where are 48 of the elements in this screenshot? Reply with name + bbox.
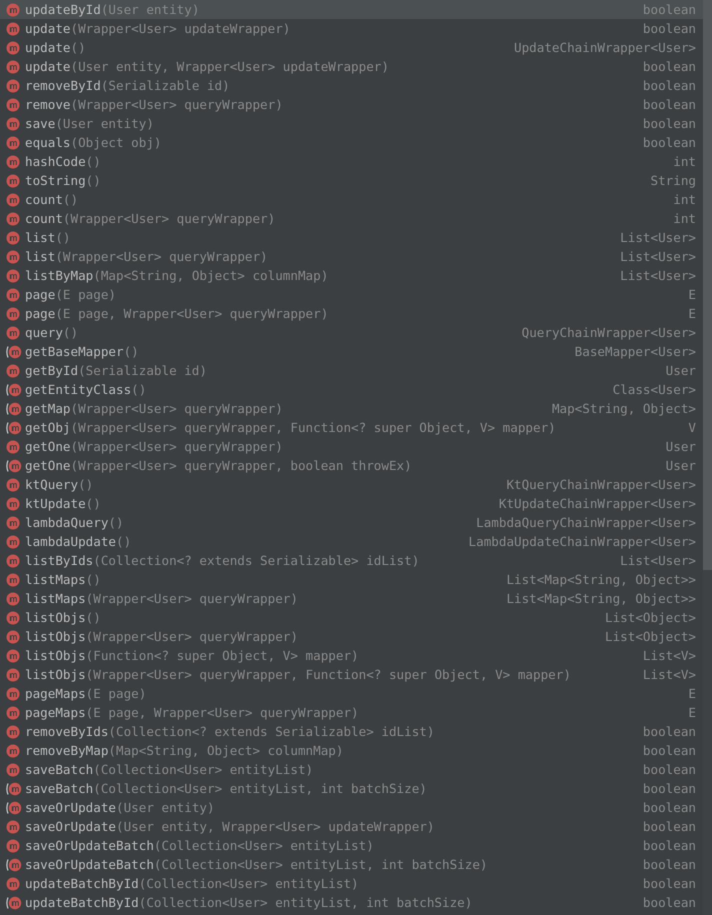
completion-item[interactable]: listMaps() List<Map<String, Object>> [0, 570, 703, 589]
completion-item[interactable]: listObjs(Wrapper<User> queryWrapper) List<Object> [0, 627, 703, 646]
completion-item[interactable]: listMaps(Wrapper<User> queryWrapper) List<Map<String, Object>> [0, 589, 703, 608]
completion-item[interactable]: ktQuery() KtQueryChainWrapper<User> [0, 475, 703, 494]
completion-item[interactable]: listObjs(Function<? super Object, V> mapper) List<V> [0, 646, 703, 665]
completion-item[interactable]: listByIds(Collection<? extends Serializable> idList) List<User> [0, 551, 703, 570]
completion-item[interactable]: count(Wrapper<User> queryWrapper) int [0, 209, 703, 228]
completion-item[interactable]: lambdaUpdate() LambdaUpdateChainWrapper<User> [0, 532, 703, 551]
completion-item[interactable]: lambdaQuery() LambdaQueryChainWrapper<User> [0, 513, 703, 532]
completion-item[interactable]: saveBatch(Collection<User> entityList) boolean [0, 760, 703, 779]
completion-item[interactable]: saveOrUpdate(User entity) boolean [0, 798, 703, 817]
completion-item[interactable]: removeById(Serializable id) boolean [0, 76, 703, 95]
completion-item[interactable]: page(E page, Wrapper<User> queryWrapper) E [0, 304, 703, 323]
completion-item[interactable]: toString() String [0, 171, 703, 190]
completion-item[interactable]: saveBatch(Collection<User> entityList, int batchSize) boolean [0, 779, 703, 798]
completion-item[interactable]: removeByMap(Map<String, Object> columnMap) boolean [0, 741, 703, 760]
completion-item[interactable]: listObjs() List<Object> [0, 608, 703, 627]
completion-item[interactable]: updateBatchById(Collection<User> entityList, int batchSize) boolean [0, 893, 703, 912]
completion-item[interactable]: saveOrUpdate(User entity, Wrapper<User> updateWrapper) boolean [0, 817, 703, 836]
completion-item[interactable]: query() QueryChainWrapper<User> [0, 323, 703, 342]
completion-item[interactable]: updateById(User entity) boolean [0, 0, 703, 19]
completion-item[interactable]: ktUpdate() KtUpdateChainWrapper<User> [0, 494, 703, 513]
completion-item[interactable]: removeByIds(Collection<? extends Serializable> idList) boolean [0, 722, 703, 741]
completion-item[interactable]: listByMap(Map<String, Object> columnMap) List<User> [0, 266, 703, 285]
completion-item[interactable]: getBaseMapper() BaseMapper<User> [0, 342, 703, 361]
completion-item[interactable]: getMap(Wrapper<User> queryWrapper) Map<String, Object> [0, 399, 703, 418]
completion-item[interactable]: equals(Object obj) boolean [0, 133, 703, 152]
completion-item[interactable]: updateBatchById(Collection<User> entityList) boolean [0, 874, 703, 893]
completion-item[interactable]: list(Wrapper<User> queryWrapper) List<User> [0, 247, 703, 266]
completion-item[interactable]: saveOrUpdateBatch(Collection<User> entityList) boolean [0, 836, 703, 855]
completion-item[interactable]: getById(Serializable id) User [0, 361, 703, 380]
completion-item[interactable]: pageMaps(E page, Wrapper<User> queryWrapper) E [0, 703, 703, 722]
completion-item[interactable]: listObjs(Wrapper<User> queryWrapper, Function<? super Object, V> mapper) List<V> [0, 665, 703, 684]
completion-item[interactable]: hashCode() int [0, 152, 703, 171]
completion-item[interactable]: update() UpdateChainWrapper<User> [0, 38, 703, 57]
completion-item[interactable]: pageMaps(E page) E [0, 684, 703, 703]
completion-item[interactable]: save(User entity) boolean [0, 114, 703, 133]
completion-item[interactable]: update(User entity, Wrapper<User> updateWrapper) boolean [0, 57, 703, 76]
completion-item[interactable]: getObj(Wrapper<User> queryWrapper, Function<? super Object, V> mapper) V [0, 418, 703, 437]
completion-item[interactable]: remove(Wrapper<User> queryWrapper) boolean [0, 95, 703, 114]
completion-item[interactable]: list() List<User> [0, 228, 703, 247]
completion-item[interactable]: update(Wrapper<User> updateWrapper) boolean [0, 19, 703, 38]
completion-item[interactable]: getOne(Wrapper<User> queryWrapper) User [0, 437, 703, 456]
completion-item[interactable]: count() int [0, 190, 703, 209]
completion-item[interactable]: saveOrUpdateBatch(Collection<User> entityList, int batchSize) boolean [0, 855, 703, 874]
completion-item[interactable]: getEntityClass() Class<User> [0, 380, 703, 399]
completion-item[interactable]: getOne(Wrapper<User> queryWrapper, boolean throwEx) User [0, 456, 703, 475]
completion-item[interactable]: page(E page) E [0, 285, 703, 304]
